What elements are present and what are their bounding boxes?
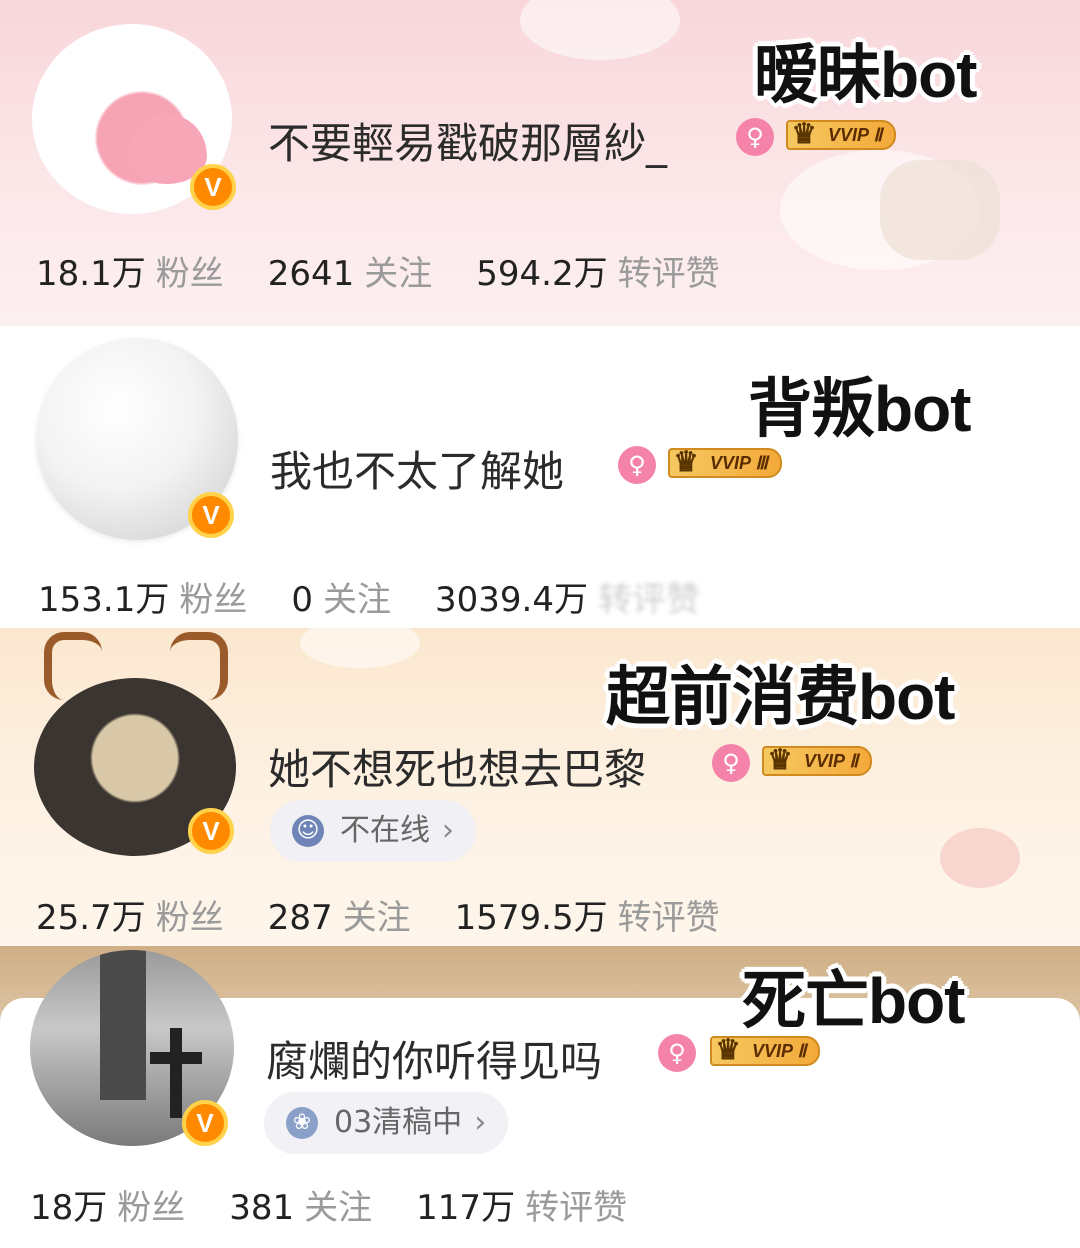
- fans-count[interactable]: 18万: [30, 1180, 107, 1229]
- bot-label: 死亡bot: [742, 965, 965, 1037]
- fans-label: 粉丝: [155, 898, 224, 938]
- fans-label: 粉丝: [179, 580, 248, 620]
- verified-badge-icon: V: [190, 164, 236, 210]
- follow-count[interactable]: 0: [291, 580, 313, 620]
- vvip-level: VVIP Ⅲ: [710, 453, 768, 473]
- follow-label: 关注: [342, 898, 411, 938]
- likes-label: 转评赞: [617, 254, 720, 294]
- follow-count[interactable]: 381: [229, 1188, 294, 1228]
- profile-name: 腐爛的你听得见吗: [266, 1037, 603, 1086]
- vvip-level: VVIP Ⅱ: [752, 1041, 807, 1061]
- profile-card-1[interactable]: V 不要輕易戳破那層紗_ ♀ ♛ VVIP Ⅱ 暧昧bot 18.1万 粉丝 264…: [0, 0, 1080, 326]
- stats-row: 18.1万 粉丝 2641 关注 594.2万 转评赞: [36, 246, 764, 295]
- vvip-badge[interactable]: ♛ VVIP Ⅲ: [668, 446, 782, 478]
- vvip-level: VVIP Ⅱ: [804, 751, 859, 771]
- bot-label: 背叛bot: [748, 373, 971, 445]
- likes-label: 转评赞: [617, 898, 720, 938]
- status-text: 03清稿中: [334, 1105, 463, 1140]
- likes-count[interactable]: 594.2万: [476, 246, 607, 295]
- verified-badge-icon: V: [188, 808, 234, 854]
- face-icon: ☺: [292, 815, 324, 847]
- cross-icon: [170, 1028, 182, 1118]
- vvip-badge[interactable]: ♛ VVIP Ⅱ: [762, 744, 873, 776]
- profile-card-3[interactable]: V 她不想死也想去巴黎 ♀ ♛ VVIP Ⅱ ☺ 不在线 › 超前消费bot 25…: [0, 628, 1080, 946]
- follow-count[interactable]: 287: [268, 898, 333, 938]
- verified-badge-icon: V: [188, 492, 234, 538]
- vvip-badge[interactable]: ♛ VVIP Ⅱ: [786, 118, 897, 150]
- bot-label: 超前消费bot: [606, 661, 955, 733]
- tower-icon: [100, 950, 146, 1100]
- profile-name: 不要輕易戳破那層紗_: [268, 119, 668, 168]
- female-gender-icon: ♀: [712, 744, 750, 782]
- follow-label: 关注: [364, 254, 433, 294]
- profile-card-2[interactable]: V 我也不太了解她 ♀ ♛ VVIP Ⅲ 背叛bot 153.1万 粉丝 0 关注 30…: [0, 326, 1080, 628]
- fans-label: 粉丝: [117, 1188, 186, 1228]
- bot-label: 暧昧bot: [754, 39, 977, 111]
- stats-row: 18万 粉丝 381 关注 117万 转评赞: [30, 1180, 671, 1229]
- female-gender-icon: ♀: [618, 446, 656, 484]
- profile-card-4[interactable]: V 腐爛的你听得见吗 ♀ ♛ VVIP Ⅱ ❀ 03清稿中 › 死亡bot 18万…: [0, 946, 1080, 1248]
- status-text: 不在线: [340, 813, 430, 848]
- follow-label: 关注: [322, 580, 391, 620]
- chevron-right-icon: ›: [442, 813, 454, 848]
- flower-icon: ❀: [286, 1107, 318, 1139]
- flower-icon: [940, 828, 1020, 888]
- stats-row: 153.1万 粉丝 0 关注 3039.4万 转评赞: [38, 572, 744, 621]
- fans-label: 粉丝: [155, 254, 224, 294]
- vvip-level: VVIP Ⅱ: [828, 125, 883, 145]
- likes-count[interactable]: 3039.4万: [435, 572, 588, 621]
- female-gender-icon: ♀: [736, 118, 774, 156]
- profile-name: 我也不太了解她: [270, 447, 565, 496]
- chevron-right-icon: ›: [474, 1105, 487, 1140]
- stats-row: 25.7万 粉丝 287 关注 1579.5万 转评赞: [36, 890, 764, 939]
- likes-count[interactable]: 117万: [416, 1180, 515, 1229]
- crown-icon: ♛: [673, 446, 699, 477]
- likes-label: 转评赞: [597, 580, 700, 620]
- background-sticker-icon: [880, 160, 1000, 260]
- online-status-chip[interactable]: ☺ 不在线 ›: [270, 800, 476, 862]
- crown-icon: ♛: [791, 118, 817, 149]
- status-chip[interactable]: ❀ 03清稿中 ›: [264, 1092, 509, 1154]
- background-cloud: [300, 628, 420, 668]
- fans-count[interactable]: 25.7万: [36, 890, 146, 939]
- profile-name: 她不想死也想去巴黎: [268, 745, 647, 794]
- fans-count[interactable]: 153.1万: [38, 572, 169, 621]
- follow-label: 关注: [304, 1188, 373, 1228]
- follow-count[interactable]: 2641: [268, 254, 355, 294]
- likes-label: 转评赞: [525, 1188, 628, 1228]
- crown-icon: ♛: [767, 744, 793, 775]
- likes-count[interactable]: 1579.5万: [455, 890, 608, 939]
- background-cloud: [520, 0, 680, 60]
- verified-badge-icon: V: [182, 1100, 228, 1146]
- fans-count[interactable]: 18.1万: [36, 246, 146, 295]
- female-gender-icon: ♀: [658, 1034, 696, 1072]
